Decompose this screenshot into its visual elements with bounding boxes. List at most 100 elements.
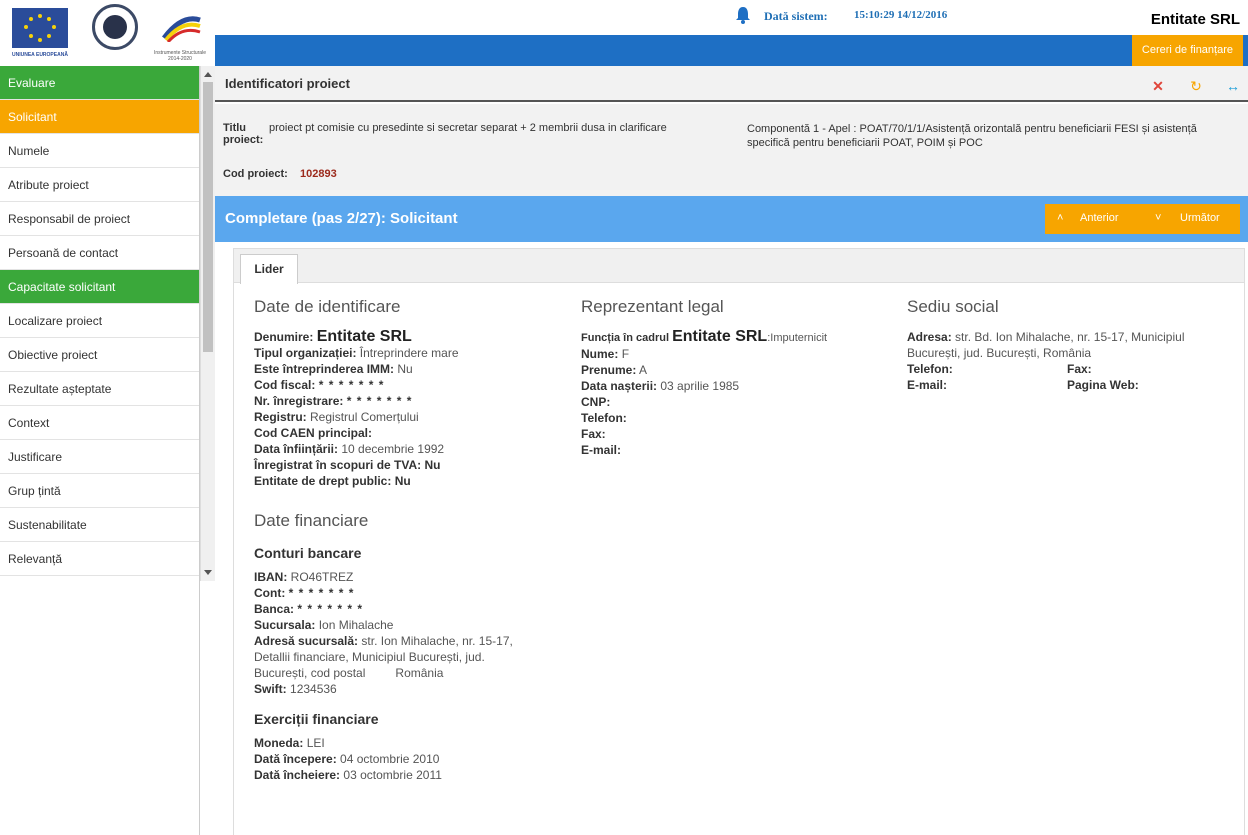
top-nav-bar	[215, 35, 1248, 66]
solicitant-panel: Lider Date de identificare Denumire: Ent…	[233, 248, 1245, 835]
caen-label: Cod CAEN principal:	[254, 426, 373, 440]
tab-strip: Lider	[234, 249, 1244, 284]
data-nasterii-label: Data nașterii:	[581, 379, 658, 393]
chevron-down-icon[interactable]: ˅	[1155, 212, 1161, 224]
drept-public-label: Entitate de drept public:	[254, 474, 392, 488]
data-incheiere-label: Dată încheiere:	[254, 768, 341, 782]
tab-lider[interactable]: Lider	[240, 254, 298, 284]
iban-value: RO46TREZ	[290, 570, 354, 584]
functia-label: Funcția în cadrul	[581, 332, 670, 344]
sidebar-item-atribute-proiect[interactable]: Atribute proiect	[0, 168, 199, 202]
sidebar-item-relevanta[interactable]: Relevanță	[0, 542, 199, 576]
eu-logo-text: UNIUNEA EUROPEANĂ	[12, 52, 68, 58]
prev-step-button[interactable]: Anterior	[1080, 212, 1119, 224]
sidebar-item-responsabil-proiect[interactable]: Responsabil de proiect	[0, 202, 199, 236]
entity-name[interactable]: Entitate SRL	[1151, 11, 1240, 28]
denumire-value: Entitate SRL	[316, 328, 412, 345]
nrinreg-value: * * * * * * *	[346, 394, 413, 408]
moneda-value: LEI	[306, 736, 325, 750]
sucursala-label: Sucursala:	[254, 618, 316, 632]
codfiscal-value: * * * * * * *	[318, 378, 385, 392]
exercitii-title: Exerciții financiare	[254, 711, 379, 727]
identificatori-title: Identificatori proiect	[225, 76, 350, 91]
step-nav: ˄ Anterior ˅ Următor	[1045, 204, 1240, 234]
data-incepere-value: 04 octombrie 2010	[340, 752, 440, 766]
system-date-label: Dată sistem:	[764, 9, 828, 23]
iban-label: IBAN:	[254, 570, 288, 584]
sidebar-item-justificare[interactable]: Justificare	[0, 440, 199, 474]
sidebar-item-solicitant[interactable]: Solicitant	[0, 100, 199, 134]
data-nasterii-value: 03 aprilie 1985	[660, 379, 740, 393]
data-incepere-label: Dată începere:	[254, 752, 337, 766]
tva-label: Înregistrat în scopuri de TVA:	[254, 458, 422, 472]
sidebar-item-rezultate-asteptate[interactable]: Rezultate așteptate	[0, 372, 199, 406]
prenume-label: Prenume:	[581, 363, 637, 377]
swift-label: Swift:	[254, 682, 287, 696]
collapse-icon[interactable]: ✕	[1150, 78, 1166, 94]
sidebar-item-persoana-contact[interactable]: Persoană de contact	[0, 236, 199, 270]
adresa-sucursala-label: Adresă sucursală:	[254, 634, 359, 648]
main-content: Identificatori proiect ✕ ↻ ↔ Titlu proie…	[215, 66, 1248, 835]
sidebar-item-sustenabilitate[interactable]: Sustenabilitate	[0, 508, 199, 542]
adresa-sucursala-value-4: România	[395, 666, 444, 680]
refresh-icon[interactable]: ↻	[1188, 78, 1204, 94]
componenta-value: Componentă 1 - Apel : POAT/70/1/1/Asiste…	[747, 123, 1197, 149]
scroll-down-arrow-icon[interactable]	[204, 570, 212, 575]
scroll-thumb[interactable]	[203, 82, 213, 352]
next-step-button[interactable]: Următor	[1180, 212, 1220, 224]
step-title: Completare (pas 2/27): Solicitant	[225, 210, 458, 227]
cod-proiect-label: Cod proiect:	[223, 168, 288, 180]
imm-value: Nu	[397, 362, 413, 376]
sediu-web-label: Pagina Web:	[1067, 378, 1139, 392]
sediu-column: Sediu social Adresa: str. Bd. Ion Mihala…	[907, 297, 1227, 393]
nume-value: F	[621, 347, 630, 361]
scroll-up-arrow-icon[interactable]	[204, 72, 212, 77]
data-infiintare-label: Data înființării:	[254, 442, 339, 456]
tip-label: Tipul organizației:	[254, 346, 357, 360]
cod-proiect-value: 102893	[300, 168, 337, 180]
sidebar: Evaluare Solicitant Numele Atribute proi…	[0, 66, 200, 835]
registru-label: Registru:	[254, 410, 307, 424]
titlu-value: proiect pt comisie cu presedinte si secr…	[269, 122, 667, 134]
codfiscal-label: Cod fiscal:	[254, 378, 316, 392]
cont-label: Cont:	[254, 586, 286, 600]
cereri-finantare-button[interactable]: Cereri de finanțare	[1131, 35, 1243, 66]
nrinreg-label: Nr. înregistrare:	[254, 394, 344, 408]
identificatori-header: Identificatori proiect ✕ ↻ ↔	[215, 66, 1248, 102]
financiare-title: Date financiare	[254, 511, 369, 530]
tva-value: Nu	[424, 458, 441, 472]
bell-icon[interactable]	[735, 6, 751, 24]
imm-label: Este întreprinderea IMM:	[254, 362, 395, 376]
sidebar-item-evaluare[interactable]: Evaluare	[0, 66, 199, 100]
sidebar-item-obiective-proiect[interactable]: Obiective proiect	[0, 338, 199, 372]
titlu-label: Titlu proiect:	[223, 122, 264, 146]
tip-value: Întreprindere mare	[359, 346, 459, 360]
expand-width-icon[interactable]: ↔	[1225, 78, 1241, 94]
sidebar-item-context[interactable]: Context	[0, 406, 199, 440]
chevron-up-icon[interactable]: ˄	[1057, 212, 1063, 224]
identificare-column: Date de identificare Denumire: Entitate …	[254, 297, 554, 783]
denumire-label: Denumire:	[254, 330, 314, 344]
sediu-telefon-label: Telefon:	[907, 362, 953, 376]
rep-email-label: E-mail:	[581, 443, 622, 457]
sidebar-scrollbar[interactable]	[200, 66, 215, 581]
moneda-label: Moneda:	[254, 736, 304, 750]
swift-value: 1234536	[290, 682, 337, 696]
functia-value: :Imputernicit	[767, 332, 828, 344]
sidebar-item-localizare-proiect[interactable]: Localizare proiect	[0, 304, 199, 338]
adresa-sucursala-value-3: București, cod postal	[254, 666, 366, 680]
sidebar-item-numele[interactable]: Numele	[0, 134, 199, 168]
sidebar-item-capacitate-solicitant[interactable]: Capacitate solicitant	[0, 270, 199, 304]
sediu-email-label: E-mail:	[907, 378, 948, 392]
sediu-adresa-label: Adresa:	[907, 330, 952, 344]
eu-flag-logo	[12, 8, 68, 48]
cnp-label: CNP:	[581, 395, 611, 409]
sidebar-item-grup-tinta[interactable]: Grup țintă	[0, 474, 199, 508]
reprezentant-title: Reprezentant legal	[581, 297, 724, 316]
sediu-title: Sediu social	[907, 297, 999, 316]
identificatori-body: Titlu proiect: proiect pt comisie cu pre…	[215, 104, 1248, 196]
adresa-sucursala-value-1: str. Ion Mihalache, nr. 15-17,	[361, 634, 513, 648]
data-infiintare-value: 10 decembrie 1992	[341, 442, 445, 456]
nume-label: Nume:	[581, 347, 619, 361]
romania-government-logo	[92, 4, 138, 50]
